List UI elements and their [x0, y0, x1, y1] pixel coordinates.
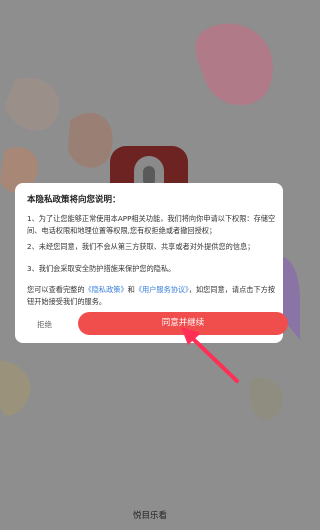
dialog-title: 本隐私政策将向您说明：	[27, 195, 121, 205]
permission-paragraph: 1、为了让您能够正常使用本APP相关功能，我们将向你申请以下权限：存储空间、电话…	[27, 214, 276, 235]
links-paragraph: 您可以查看完整的《隐私政策》和《用户服务协议》，如您同意，请点击下方按钮开始接受…	[27, 284, 277, 308]
no-sharing-paragraph: 2、未经您同意，我们不会从第三方获取、共享或者对外提供您的信息；	[27, 242, 255, 251]
links-paragraph-and: 和	[127, 285, 135, 294]
pointer-arrow-icon	[181, 327, 239, 383]
security-paragraph: 3、我们会采取安全防护措施来保护您的隐私。	[27, 264, 176, 273]
reject-button[interactable]: 拒绝	[37, 319, 52, 330]
app-name: 悦目乐看	[132, 511, 167, 521]
links-paragraph-prefix: 您可以查看完整的	[27, 285, 85, 294]
user-agreement-link[interactable]: 《用户服务协议》	[135, 285, 189, 294]
privacy-policy-link[interactable]: 《隐私政策》	[85, 285, 128, 294]
privacy-policy-dialog: 本隐私政策将向您说明： 1、为了让您能够正常使用本APP相关功能，我们将向你申请…	[15, 183, 288, 343]
